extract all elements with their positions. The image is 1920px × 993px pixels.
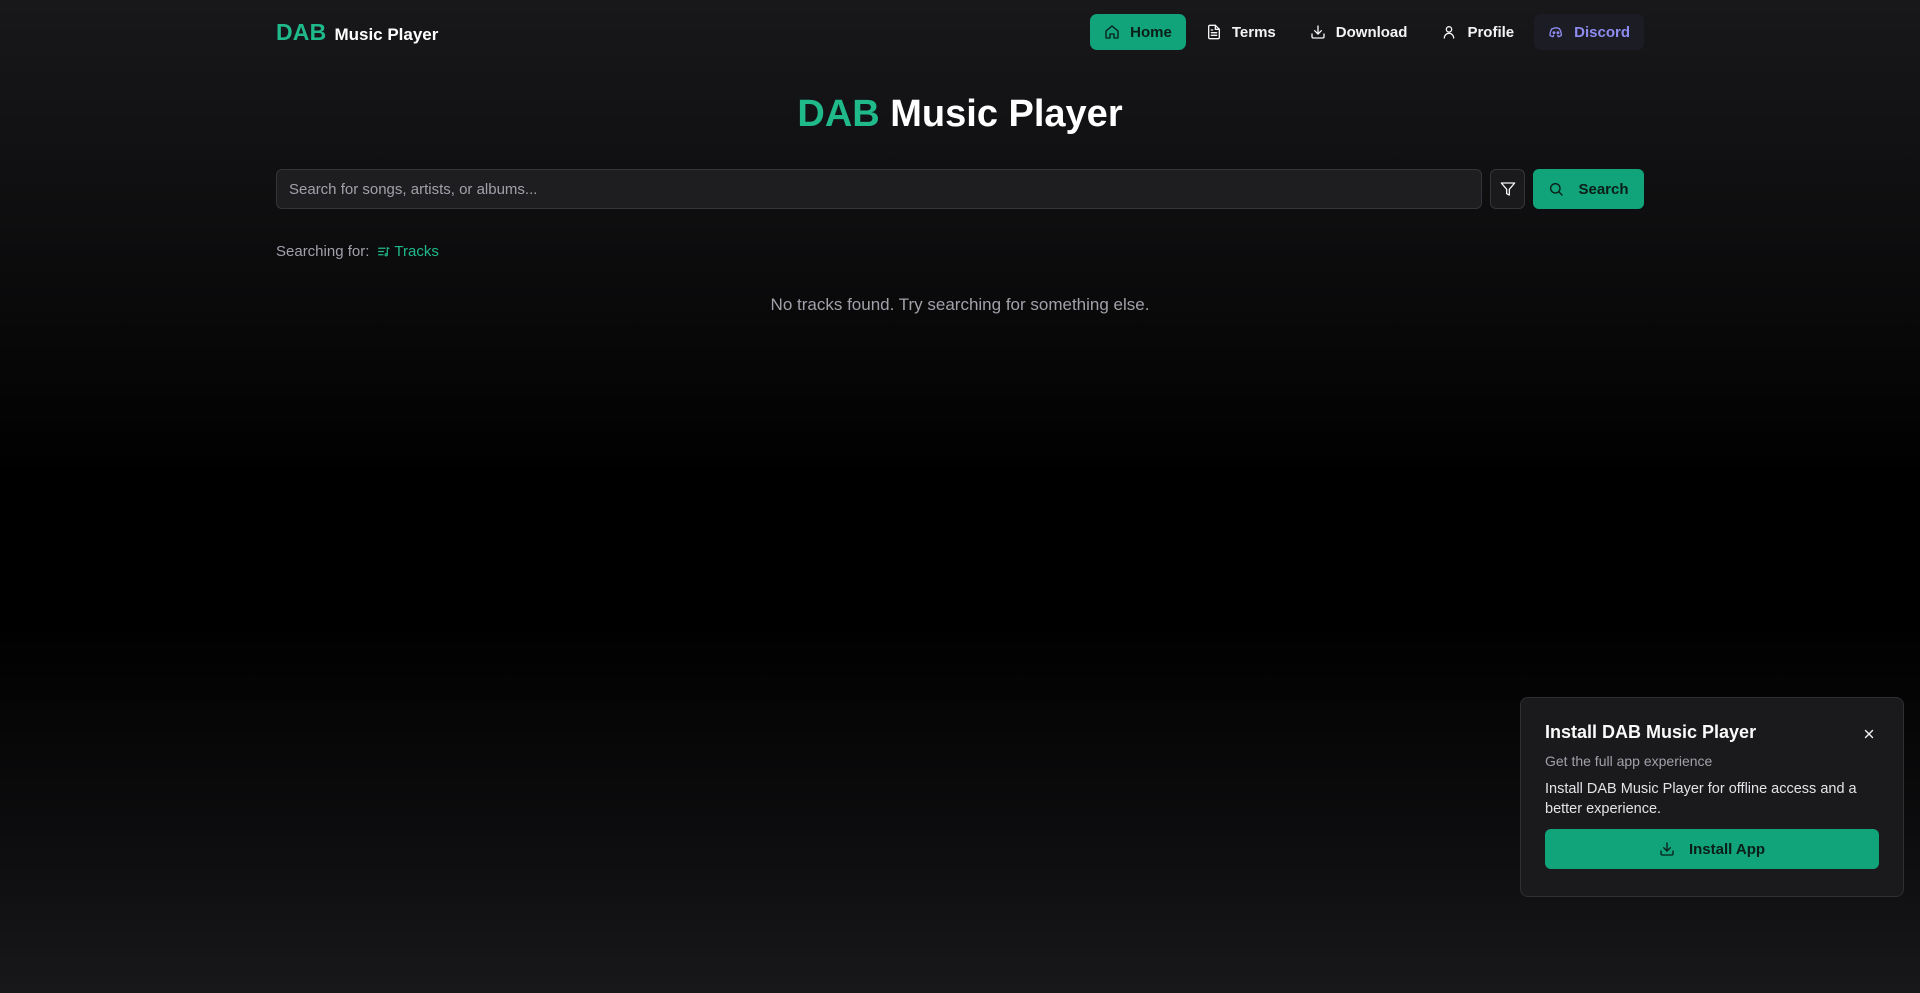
user-icon xyxy=(1444,26,1455,39)
page-title: DAB Music Player xyxy=(0,93,1920,136)
close-icon xyxy=(1864,729,1874,739)
download-icon xyxy=(1311,25,1325,39)
search-type-tracks[interactable]: Tracks xyxy=(377,242,439,260)
logo-text: Music Player xyxy=(334,24,439,44)
document-icon xyxy=(1207,24,1220,40)
download-icon xyxy=(1660,842,1674,856)
home-icon xyxy=(1105,25,1119,39)
search-bar: Search xyxy=(276,169,1644,209)
search-input[interactable] xyxy=(276,169,1482,209)
search-button[interactable]: Search xyxy=(1533,169,1644,209)
logo-accent: DAB xyxy=(276,18,327,45)
install-prompt-subtitle: Get the full app experience xyxy=(1545,753,1713,769)
list-music-icon xyxy=(378,246,390,256)
page-title-accent: DAB xyxy=(797,93,880,135)
install-app-button[interactable]: Install App xyxy=(1545,829,1879,869)
install-prompt-description: Install DAB Music Player for offline acc… xyxy=(1545,781,1857,817)
close-button[interactable] xyxy=(1861,726,1877,742)
nav-home-label: Home xyxy=(1130,23,1172,41)
nav-home[interactable]: Home xyxy=(1090,14,1186,50)
install-app-prompt: Install DAB Music Player Get the full ap… xyxy=(1520,697,1904,897)
install-app-button-label: Install App xyxy=(1688,840,1766,858)
search-icon xyxy=(1550,183,1564,196)
search-type-indicator: Searching for: Tracks xyxy=(276,241,439,261)
empty-results-message: No tracks found. Try searching for somet… xyxy=(770,295,1150,314)
filter-icon xyxy=(1500,182,1515,196)
nav-profile[interactable]: Profile xyxy=(1427,14,1528,50)
page-title-text: Music Player xyxy=(890,93,1123,135)
install-prompt-title: Install DAB Music Player xyxy=(1545,722,1757,742)
search-type-prefix: Searching for: xyxy=(276,242,370,260)
search-type-label: Tracks xyxy=(394,242,439,260)
nav-discord-label: Discord xyxy=(1574,23,1630,41)
main-nav: Home Terms Download Profile Discord xyxy=(1090,14,1644,50)
app-logo[interactable]: DAB Music Player xyxy=(276,19,438,46)
nav-terms-label: Terms xyxy=(1231,23,1276,41)
filter-button[interactable] xyxy=(1490,169,1525,209)
nav-terms[interactable]: Terms xyxy=(1192,14,1290,50)
nav-profile-label: Profile xyxy=(1467,23,1515,41)
nav-download-label: Download xyxy=(1335,23,1408,41)
search-button-label: Search xyxy=(1578,180,1629,198)
top-nav-bar: DAB Music Player Home Terms Download Pro… xyxy=(276,14,1644,50)
discord-icon xyxy=(1549,27,1563,38)
nav-discord[interactable]: Discord xyxy=(1534,14,1644,50)
nav-download[interactable]: Download xyxy=(1296,14,1422,50)
